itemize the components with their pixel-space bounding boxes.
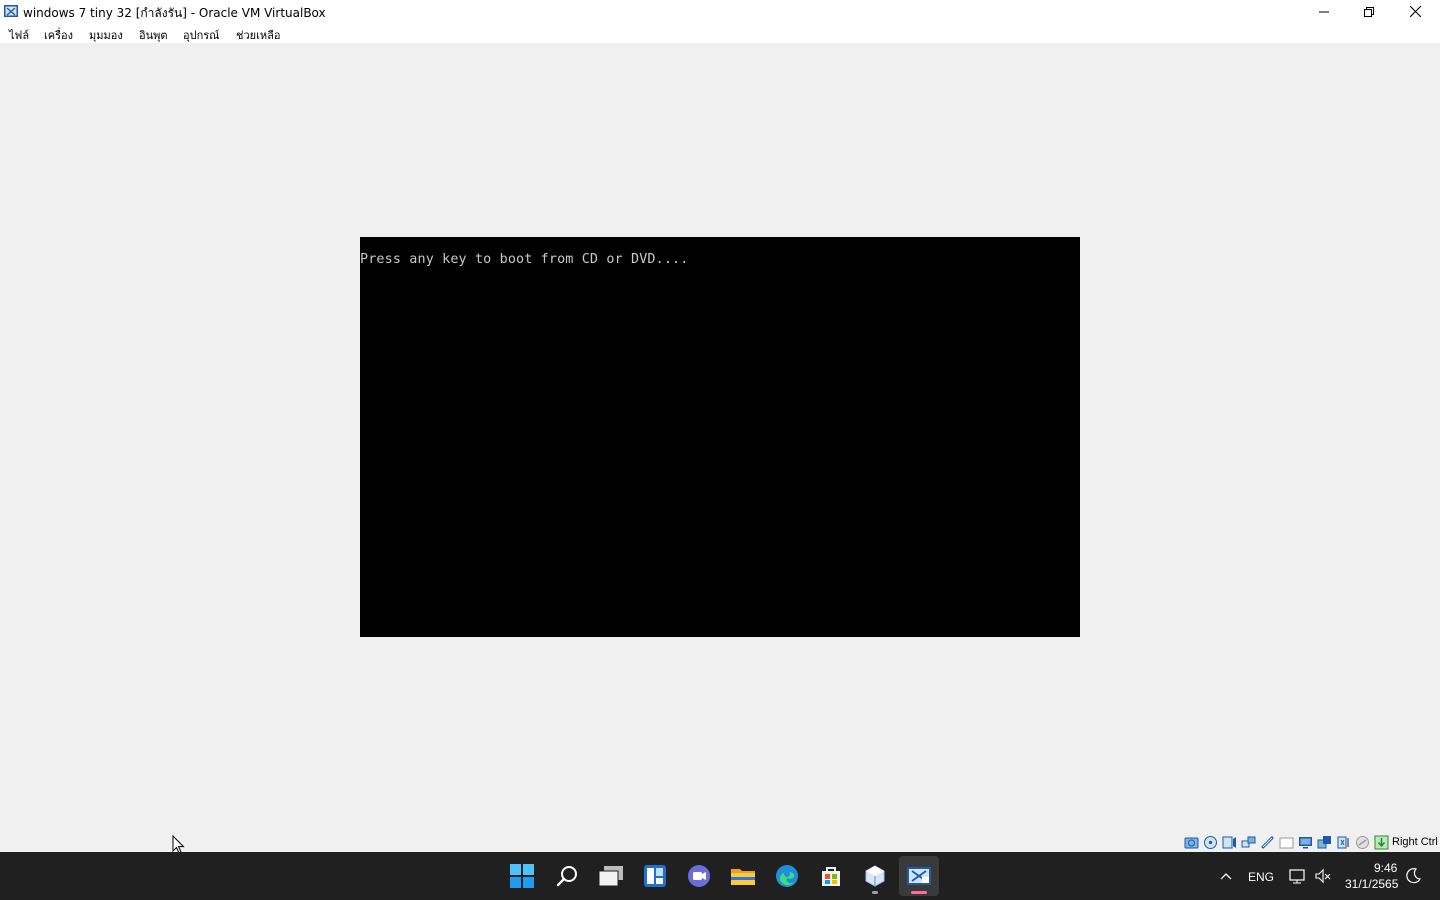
- virtualbox-manager-button[interactable]: [855, 856, 895, 896]
- close-button[interactable]: [1392, 0, 1438, 23]
- network-tray-button[interactable]: [1288, 866, 1308, 886]
- usb-icon[interactable]: [1260, 835, 1275, 850]
- folder-icon: [731, 869, 755, 885]
- search-icon: [556, 866, 577, 887]
- clock-date[interactable]: 31/1/2565: [1345, 877, 1398, 891]
- file-explorer-button[interactable]: [723, 856, 763, 896]
- task-view-button[interactable]: [591, 856, 631, 896]
- mouse-integration-icon[interactable]: [1355, 835, 1370, 850]
- task-view-icon: [598, 866, 623, 887]
- store-button[interactable]: [811, 856, 851, 896]
- minimize-icon: [1319, 11, 1329, 12]
- taskbar: ENG 9:46 31/1/2565: [0, 852, 1440, 900]
- search-button[interactable]: [547, 856, 587, 896]
- window-title: windows 7 tiny 32 [กำลังรัน] - Oracle VM…: [23, 6, 326, 20]
- widgets-icon: [644, 865, 666, 887]
- audio-icon[interactable]: [1222, 835, 1237, 850]
- display-icon[interactable]: [1298, 835, 1313, 850]
- close-icon: [1409, 6, 1421, 17]
- notifications-button[interactable]: [1403, 866, 1423, 886]
- chevron-up-icon: [1220, 873, 1232, 880]
- virtualbox-cube-icon: [865, 865, 885, 887]
- network-monitor-icon: [1289, 869, 1305, 884]
- menu-machine[interactable]: เครื่อง: [44, 26, 73, 44]
- video-capture-icon[interactable]: [1317, 835, 1332, 850]
- volume-tray-button[interactable]: [1313, 866, 1333, 886]
- start-button[interactable]: [502, 856, 542, 896]
- active-indicator: [911, 891, 927, 894]
- speaker-muted-icon: [1315, 868, 1331, 884]
- restore-button[interactable]: [1346, 0, 1392, 23]
- virtualbox-vm-button[interactable]: [899, 856, 939, 896]
- widgets-button[interactable]: [635, 856, 675, 896]
- title-bar: windows 7 tiny 32 [กำลังรัน] - Oracle VM…: [0, 0, 1440, 23]
- chat-button[interactable]: [679, 856, 719, 896]
- edge-button[interactable]: [767, 856, 807, 896]
- menu-help[interactable]: ช่วยเหลือ: [236, 26, 280, 44]
- virtualbox-vm-icon: [907, 867, 931, 885]
- boot-message: Press any key to boot from CD or DVD....: [360, 252, 689, 267]
- menu-bar: ไฟล์ เครื่อง มุมมอง อินพุต อุปกรณ์ ช่วยเ…: [0, 23, 1440, 43]
- restore-icon: [1364, 6, 1374, 17]
- host-key-label: Right Ctrl: [1392, 836, 1438, 848]
- vm-screen[interactable]: Press any key to boot from CD or DVD....: [360, 237, 1080, 637]
- hard-disk-icon[interactable]: [1184, 835, 1199, 850]
- shared-folders-icon[interactable]: [1279, 835, 1294, 850]
- vm-status-bar: Right Ctrl: [0, 833, 1440, 852]
- teams-chat-icon: [688, 865, 710, 887]
- cpu-icon[interactable]: [1336, 835, 1351, 850]
- show-hidden-icons-button[interactable]: [1216, 866, 1236, 886]
- menu-file[interactable]: ไฟล์: [9, 26, 29, 44]
- store-icon: [822, 867, 840, 886]
- windows-start-icon: [510, 864, 534, 888]
- clock-time[interactable]: 9:46: [1374, 861, 1397, 875]
- minimize-button[interactable]: [1301, 0, 1347, 23]
- menu-view[interactable]: มุมมอง: [89, 26, 123, 44]
- menu-devices[interactable]: อุปกรณ์: [183, 26, 219, 44]
- virtualbox-app-icon[interactable]: [3, 3, 19, 19]
- optical-drive-icon[interactable]: [1203, 835, 1218, 850]
- network-icon[interactable]: [1241, 835, 1256, 850]
- input-language[interactable]: ENG: [1248, 870, 1274, 884]
- menu-input[interactable]: อินพุต: [139, 26, 168, 44]
- keyboard-capture-icon[interactable]: [1374, 835, 1389, 850]
- focus-assist-moon-icon: [1406, 868, 1421, 884]
- running-indicator: [872, 891, 878, 894]
- edge-icon: [776, 865, 798, 887]
